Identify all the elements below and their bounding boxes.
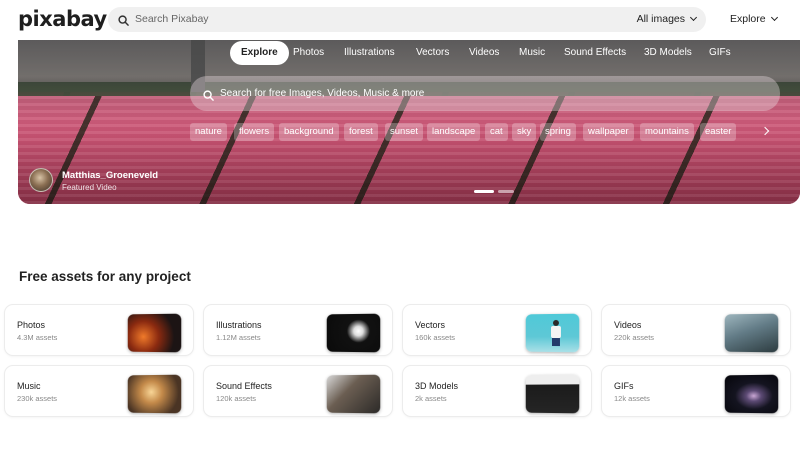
card-count: 1.12M assets	[216, 333, 261, 342]
card-title: Videos	[614, 320, 642, 330]
top-search-bar[interactable]: Search Pixabay All images	[108, 7, 706, 32]
card-count: 120k assets	[216, 394, 257, 403]
chip-spring[interactable]: spring	[540, 123, 576, 141]
tab-vectors[interactable]: Vectors	[416, 41, 449, 65]
card-count: 4.3M assets	[17, 333, 58, 342]
card-thumbnail	[724, 313, 779, 353]
card-title: Illustrations	[216, 320, 262, 330]
chip-landscape[interactable]: landscape	[427, 123, 481, 141]
tab-videos[interactable]: Videos	[469, 41, 499, 65]
asset-card-3d-models[interactable]: 3D Models 2k assets	[403, 366, 591, 416]
chip-forest[interactable]: forest	[344, 123, 378, 141]
chevron-right-icon[interactable]	[760, 124, 774, 138]
explore-menu-label: Explore	[730, 13, 766, 25]
card-title: Photos	[17, 320, 46, 330]
card-thumbnail	[525, 313, 580, 353]
card-count: 220k assets	[614, 333, 655, 342]
chip-mountains[interactable]: mountains	[640, 123, 694, 141]
card-thumbnail	[724, 374, 779, 414]
chip-easter[interactable]: easter	[700, 123, 737, 141]
tab-photos[interactable]: Photos	[293, 41, 324, 65]
carousel-dot[interactable]	[498, 190, 514, 193]
pixabay-logo[interactable]: pixabay	[18, 7, 107, 31]
card-count: 12k assets	[614, 394, 650, 403]
media-type-dropdown[interactable]: All images	[636, 13, 698, 25]
card-title: Sound Effects	[216, 381, 272, 391]
vector-person-icon	[549, 319, 563, 347]
chip-sunset[interactable]: sunset	[385, 123, 423, 141]
asset-card-music[interactable]: Music 230k assets	[5, 366, 193, 416]
card-thumbnail	[525, 374, 580, 414]
section-title: Free assets for any project	[19, 269, 191, 284]
tab-music[interactable]: Music	[519, 41, 545, 65]
asset-card-vectors[interactable]: Vectors 160k assets	[403, 305, 591, 355]
asset-card-photos[interactable]: Photos 4.3M assets	[5, 305, 193, 355]
chip-flowers[interactable]: flowers	[234, 123, 275, 141]
chevron-down-icon	[770, 13, 778, 22]
top-search-input[interactable]: Search Pixabay	[135, 13, 209, 25]
asset-card-illustrations[interactable]: Illustrations 1.12M assets	[204, 305, 392, 355]
author-subtitle: Featured Video	[62, 183, 117, 192]
explore-menu-button[interactable]: Explore	[730, 13, 778, 25]
card-title: 3D Models	[415, 381, 459, 391]
chip-sky[interactable]: sky	[512, 123, 537, 141]
card-thumbnail	[127, 313, 182, 353]
asset-card-sound-effects[interactable]: Sound Effects 120k assets	[204, 366, 392, 416]
search-icon	[203, 88, 214, 106]
featured-author[interactable]: Matthias_Groeneveld Featured Video	[29, 168, 159, 196]
chip-cat[interactable]: cat	[485, 123, 508, 141]
card-thumbnail	[326, 313, 381, 353]
hero-search-input[interactable]: Search for free Images, Videos, Music & …	[220, 88, 424, 99]
tab-gifs[interactable]: GIFs	[709, 41, 731, 65]
card-title: GIFs	[614, 381, 634, 391]
tab-sound-effects[interactable]: Sound Effects	[564, 41, 626, 65]
card-count: 160k assets	[415, 333, 456, 342]
card-thumbnail	[127, 374, 182, 414]
tab-illustrations[interactable]: Illustrations	[344, 41, 395, 65]
chevron-down-icon	[689, 13, 698, 22]
card-title: Vectors	[415, 320, 446, 330]
hero-search-bar[interactable]: Search for free Images, Videos, Music & …	[190, 76, 780, 111]
tab-3d-models[interactable]: 3D Models	[644, 41, 692, 65]
chip-background[interactable]: background	[279, 123, 339, 141]
chip-nature[interactable]: nature	[190, 123, 227, 141]
card-count: 230k assets	[17, 394, 58, 403]
author-name[interactable]: Matthias_Groeneveld	[62, 170, 158, 181]
carousel-dot-active[interactable]	[474, 190, 494, 193]
tab-explore[interactable]: Explore	[230, 41, 289, 65]
card-count: 2k assets	[415, 394, 447, 403]
media-type-label: All images	[636, 13, 685, 25]
card-thumbnail	[326, 374, 381, 414]
search-icon	[118, 13, 129, 31]
top-bar: pixabay Search Pixabay All images Explor…	[0, 0, 800, 40]
chip-wallpaper[interactable]: wallpaper	[583, 123, 634, 141]
card-title: Music	[17, 381, 41, 391]
asset-card-videos[interactable]: Videos 220k assets	[602, 305, 790, 355]
avatar[interactable]	[29, 168, 53, 192]
asset-card-gifs[interactable]: GIFs 12k assets	[602, 366, 790, 416]
